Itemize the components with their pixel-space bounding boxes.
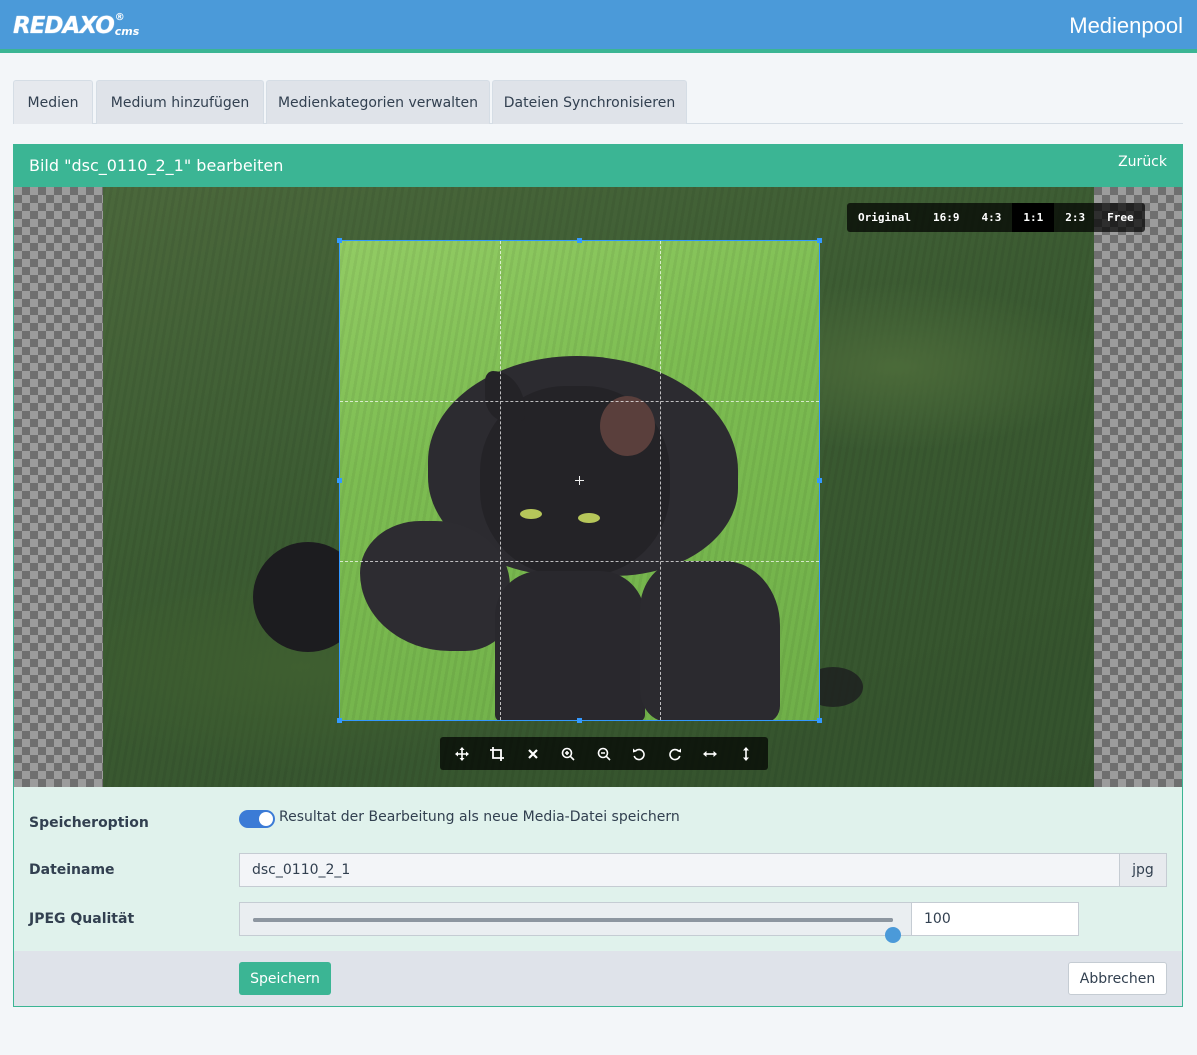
panel-title: Bild "dsc_0110_2_1" bearbeiten [29, 156, 284, 175]
crop-handle-sw[interactable] [337, 718, 342, 723]
crop-guide-h1 [340, 401, 819, 402]
crop-handle-e[interactable] [817, 478, 822, 483]
tab-medien[interactable]: Medien [13, 80, 93, 124]
crop-button[interactable] [480, 737, 516, 770]
image-editor-stage[interactable]: Original 16:9 4:3 1:1 2:3 Free [14, 187, 1182, 787]
filename-extension: jpg [1119, 853, 1167, 887]
flip-horizontal-icon [703, 750, 718, 757]
cat-chest [495, 571, 645, 720]
crop-box[interactable] [339, 240, 820, 721]
move-button[interactable] [444, 737, 480, 770]
flip-vertical-button[interactable] [728, 737, 764, 770]
zoom-in-button[interactable] [551, 737, 587, 770]
crop-guide-v2 [660, 241, 661, 720]
tab-dateien-synchronisieren[interactable]: Dateien Synchronisieren [492, 80, 687, 124]
logo-suffix: ® cms [114, 12, 140, 38]
crop-guide-v1 [500, 241, 501, 720]
logo-registered-mark: ® [114, 12, 125, 23]
zoom-out-icon [597, 747, 611, 761]
save-option-label: Speicheroption [29, 815, 149, 831]
move-icon [454, 746, 469, 761]
zoom-out-button[interactable] [586, 737, 622, 770]
clear-icon [527, 748, 538, 759]
editor-toolbar [440, 737, 768, 770]
save-button[interactable]: Speichern [239, 962, 331, 995]
cat-eye-right [578, 513, 600, 523]
back-link[interactable]: Zurück [1118, 154, 1167, 170]
panel-header: Bild "dsc_0110_2_1" bearbeiten Zurück [14, 145, 1182, 187]
save-as-new-toggle[interactable] [239, 810, 275, 828]
ratio-free-button[interactable]: Free [1096, 203, 1145, 232]
slider-track [253, 918, 901, 943]
slider-thumb[interactable] [885, 927, 901, 943]
jpeg-quality-slider[interactable] [239, 902, 912, 943]
rotate-left-button[interactable] [622, 737, 658, 770]
jpeg-quality-label: JPEG Qualität [29, 911, 135, 927]
logo-cms: cms [114, 25, 140, 38]
crop-handle-n[interactable] [577, 238, 582, 243]
crop-handle-se[interactable] [817, 718, 822, 723]
ratio-16-9-button[interactable]: 16:9 [922, 203, 971, 232]
panel-footer: Speichern Abbrechen [14, 951, 1182, 1006]
crop-center-icon [575, 476, 584, 485]
flip-vertical-icon [742, 746, 749, 761]
crop-icon [490, 746, 505, 761]
redaxo-logo[interactable]: REDAXO ® cms [13, 12, 140, 40]
cat-leg-right [640, 561, 780, 720]
tab-medienkategorien[interactable]: Medienkategorien verwalten [266, 80, 490, 124]
tab-medium-hinzufuegen[interactable]: Medium hinzufügen [96, 80, 264, 124]
slider-fill [253, 918, 893, 922]
logo-text: REDAXO [13, 13, 115, 39]
filename-label: Dateiname [29, 862, 115, 878]
ratio-4-3-button[interactable]: 4:3 [970, 203, 1012, 232]
crop-guide-h2 [340, 561, 819, 562]
rotate-right-button[interactable] [657, 737, 693, 770]
aspect-ratio-bar: Original 16:9 4:3 1:1 2:3 Free [847, 203, 1145, 232]
rotate-left-icon [633, 748, 646, 760]
zoom-in-icon [561, 747, 575, 761]
media-tabs: Medien Medium hinzufügen Medienkategorie… [13, 80, 1183, 124]
ratio-2-3-button[interactable]: 2:3 [1054, 203, 1096, 232]
cancel-button[interactable]: Abbrechen [1068, 962, 1167, 995]
save-option-text: Resultat der Bearbeitung als neue Media-… [279, 809, 680, 825]
cat-ear-right [600, 396, 655, 456]
ratio-original-button[interactable]: Original [847, 203, 922, 232]
edit-image-panel: Bild "dsc_0110_2_1" bearbeiten Zurück Or… [13, 144, 1183, 1007]
filename-input[interactable]: dsc_0110_2_1 [239, 853, 1120, 887]
flip-horizontal-button[interactable] [693, 737, 729, 770]
rotate-right-icon [668, 748, 681, 760]
jpeg-quality-input[interactable]: 100 [911, 902, 1079, 936]
crop-handle-ne[interactable] [817, 238, 822, 243]
ratio-1-1-button[interactable]: 1:1 [1012, 203, 1055, 232]
cat-eye-left [520, 509, 542, 519]
clear-button[interactable] [515, 737, 551, 770]
crop-handle-nw[interactable] [337, 238, 342, 243]
toggle-knob [259, 812, 273, 826]
crop-handle-w[interactable] [337, 478, 342, 483]
crop-handle-s[interactable] [577, 718, 582, 723]
top-bar: REDAXO ® cms Medienpool [0, 0, 1197, 53]
page-title: Medienpool [1069, 13, 1183, 38]
